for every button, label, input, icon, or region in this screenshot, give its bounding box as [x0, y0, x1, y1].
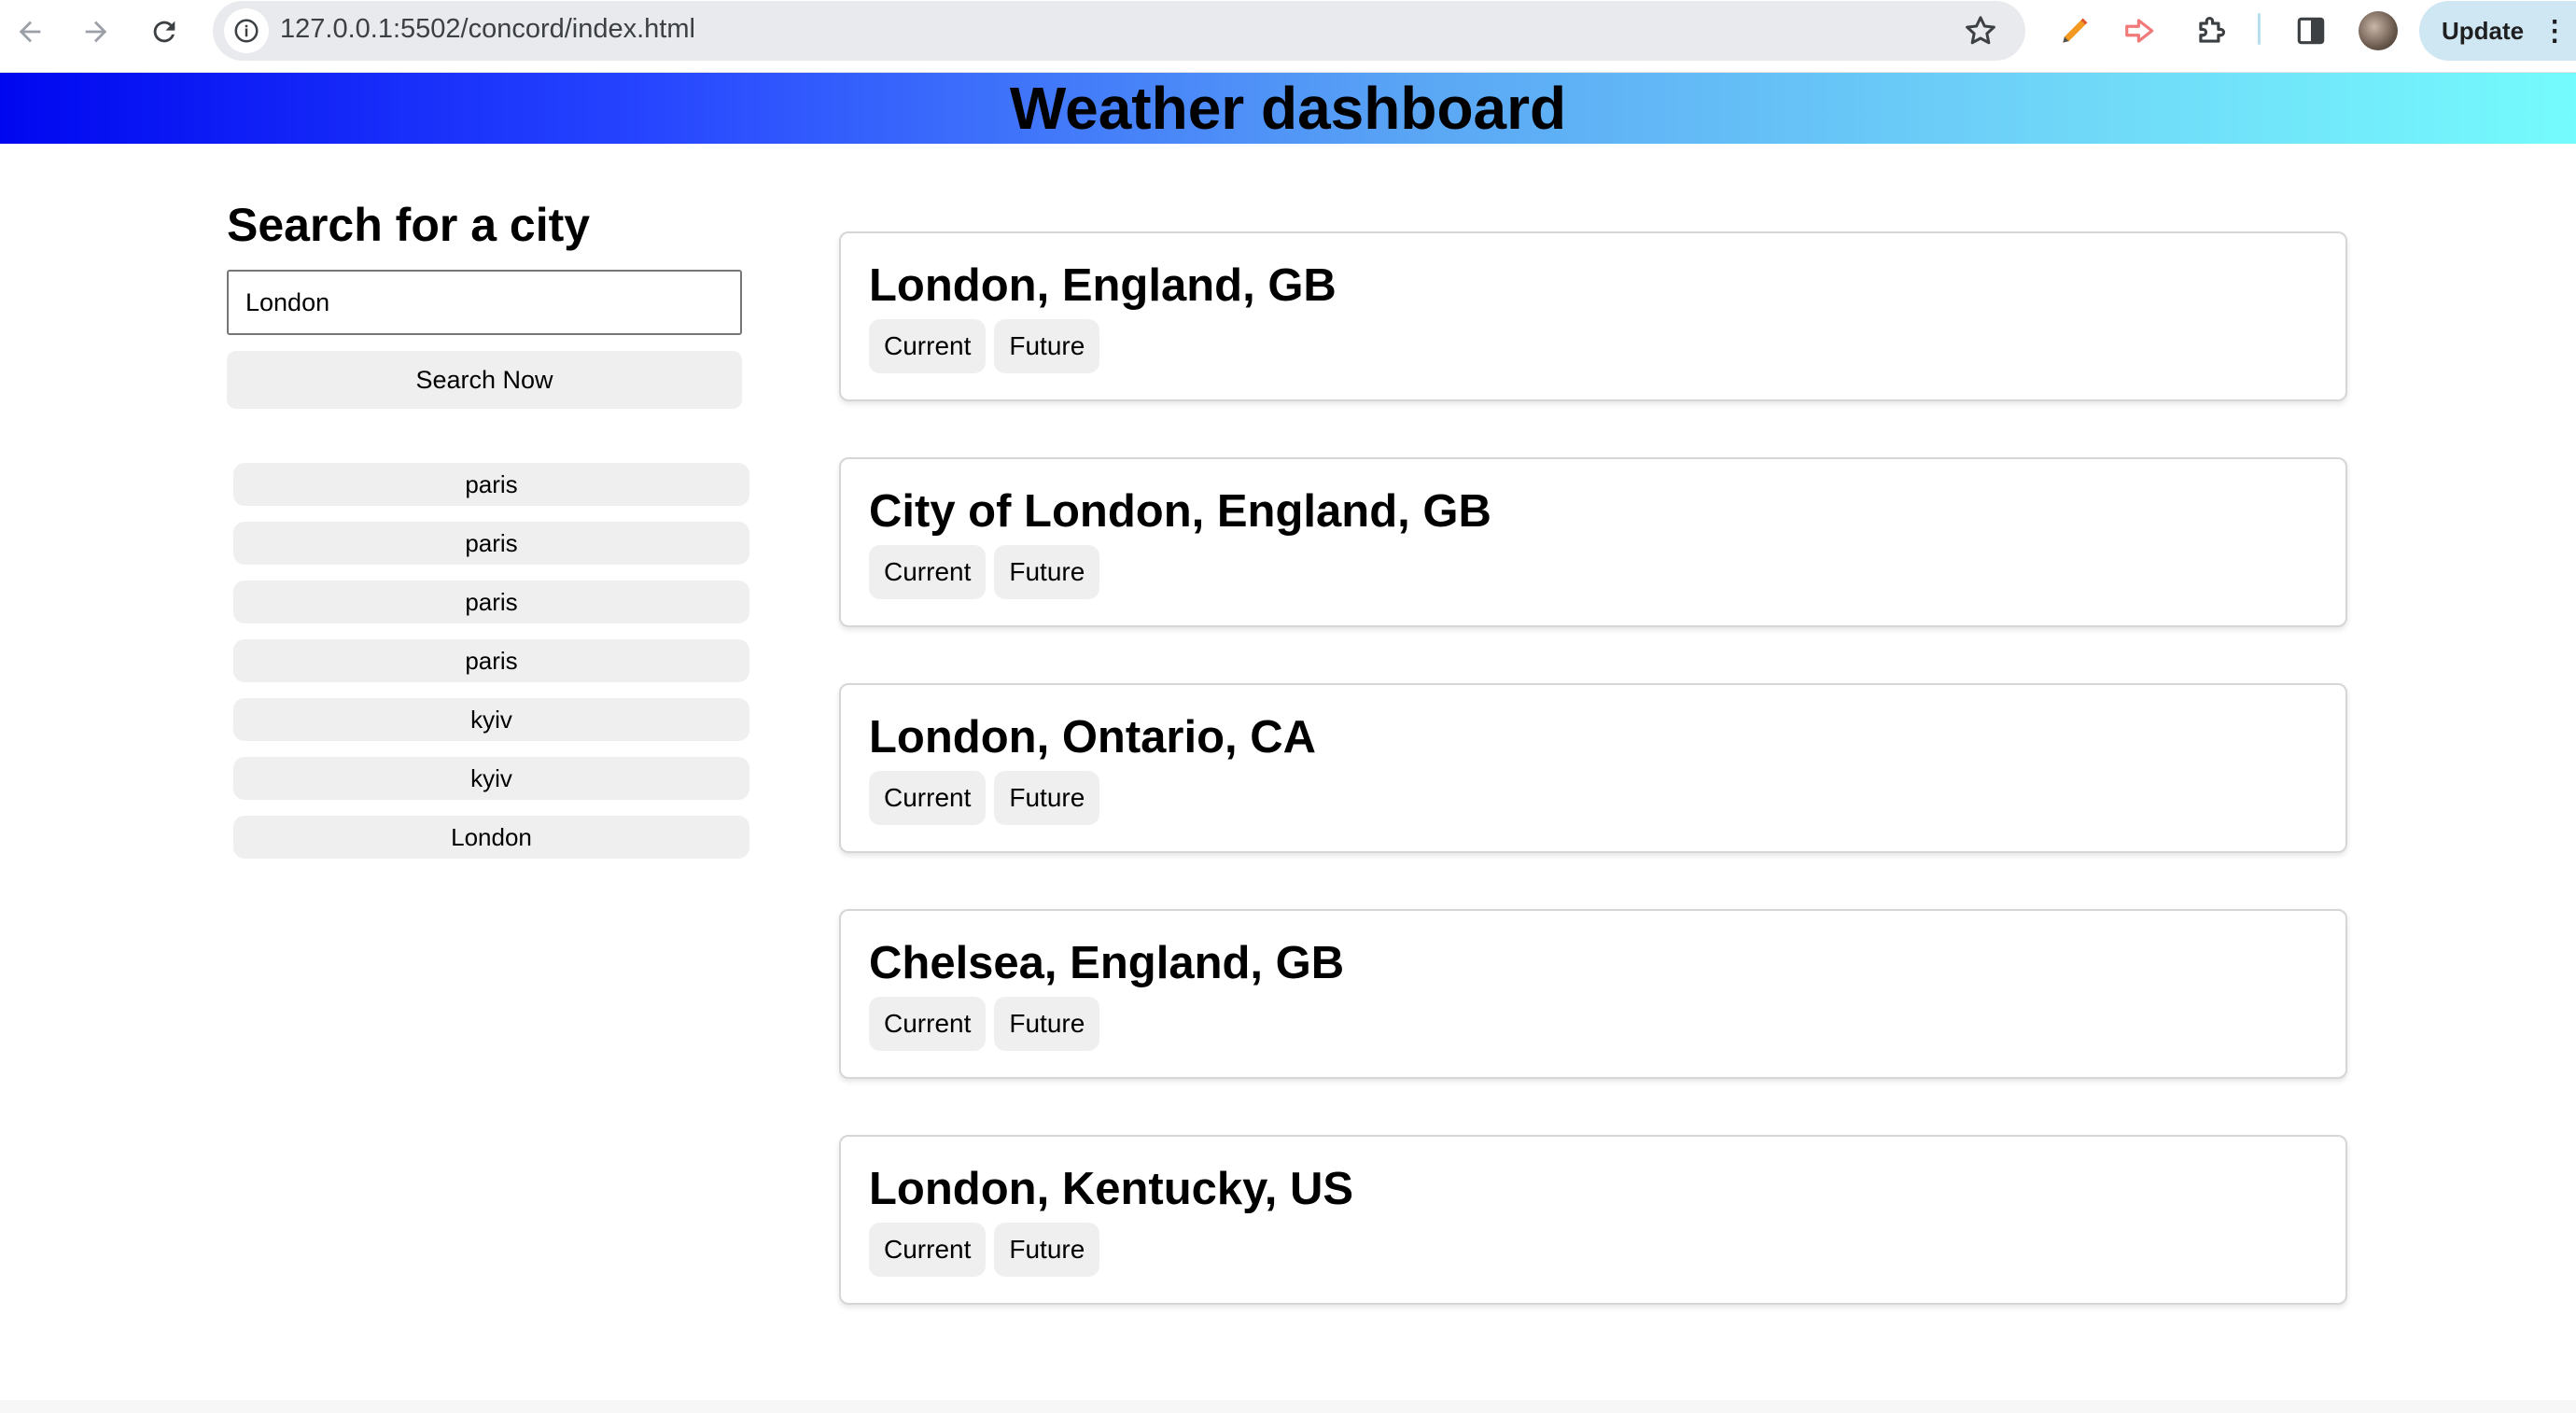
current-weather-button[interactable]: Current — [869, 770, 987, 825]
city-card: Chelsea, England, GB Current Future — [839, 909, 2347, 1079]
extension-arrow-icon[interactable] — [2121, 11, 2160, 50]
city-name: Chelsea, England, GB — [869, 938, 1345, 988]
pencil-icon[interactable] — [2055, 11, 2094, 50]
future-weather-button[interactable]: Future — [994, 318, 1100, 373]
city-name: City of London, England, GB — [869, 486, 1491, 537]
browser-toolbar: 127.0.0.1:5502/concord/index.html Update… — [0, 0, 2576, 73]
url-text[interactable]: 127.0.0.1:5502/concord/index.html — [280, 14, 695, 45]
page-header: Weather dashboard — [0, 73, 2576, 144]
current-weather-button[interactable]: Current — [869, 1222, 987, 1277]
city-card: City of London, England, GB Current Futu… — [839, 457, 2347, 627]
history-item[interactable]: paris — [233, 463, 749, 506]
card-actions: Current Future — [869, 996, 2317, 1051]
side-panel-icon[interactable] — [2291, 11, 2331, 50]
city-name: London, Ontario, CA — [869, 712, 1317, 762]
city-search-input[interactable] — [227, 270, 742, 335]
future-weather-button[interactable]: Future — [994, 544, 1100, 599]
history-item[interactable]: paris — [233, 639, 749, 682]
info-icon[interactable] — [224, 8, 269, 53]
current-weather-button[interactable]: Current — [869, 318, 987, 373]
city-card: London, England, GB Current Future — [839, 231, 2347, 401]
city-name: London, England, GB — [869, 260, 1337, 311]
card-actions: Current Future — [869, 544, 2317, 599]
forward-arrow-icon[interactable] — [77, 13, 115, 50]
card-actions: Current Future — [869, 1222, 2317, 1277]
avatar[interactable] — [2359, 11, 2398, 50]
reload-icon[interactable] — [146, 13, 183, 50]
city-card: London, Ontario, CA Current Future — [839, 683, 2347, 853]
star-icon[interactable] — [1962, 12, 1999, 49]
history-item[interactable]: London — [233, 816, 749, 859]
card-actions: Current Future — [869, 770, 2317, 825]
page-title: Weather dashboard — [1009, 75, 1567, 142]
search-heading: Search for a city — [227, 199, 591, 251]
future-weather-button[interactable]: Future — [994, 1222, 1100, 1277]
search-now-button[interactable]: Search Now — [227, 351, 742, 409]
future-weather-button[interactable]: Future — [994, 770, 1100, 825]
update-button[interactable]: Update ⋮ — [2419, 1, 2576, 61]
city-name: London, Kentucky, US — [869, 1164, 1354, 1214]
history-item[interactable]: paris — [233, 522, 749, 565]
history-item[interactable]: kyiv — [233, 757, 749, 800]
puzzle-icon[interactable] — [2191, 11, 2231, 50]
history-item[interactable]: paris — [233, 581, 749, 623]
address-bar[interactable]: 127.0.0.1:5502/concord/index.html — [213, 1, 2025, 61]
back-arrow-icon[interactable] — [11, 13, 49, 50]
card-actions: Current Future — [869, 318, 2317, 373]
city-results-list: London, England, GB Current Future City … — [839, 231, 2347, 1305]
history-item[interactable]: kyiv — [233, 698, 749, 741]
current-weather-button[interactable]: Current — [869, 996, 987, 1051]
search-history-list: paris paris paris paris kyiv kyiv London — [233, 463, 749, 859]
future-weather-button[interactable]: Future — [994, 996, 1100, 1051]
current-weather-button[interactable]: Current — [869, 544, 987, 599]
update-label: Update — [2442, 16, 2525, 45]
more-icon[interactable]: ⋮ — [2541, 15, 2569, 48]
toolbar-divider — [2258, 13, 2261, 45]
page-bottom-edge — [0, 1400, 2576, 1413]
city-card: London, Kentucky, US Current Future — [839, 1135, 2347, 1305]
